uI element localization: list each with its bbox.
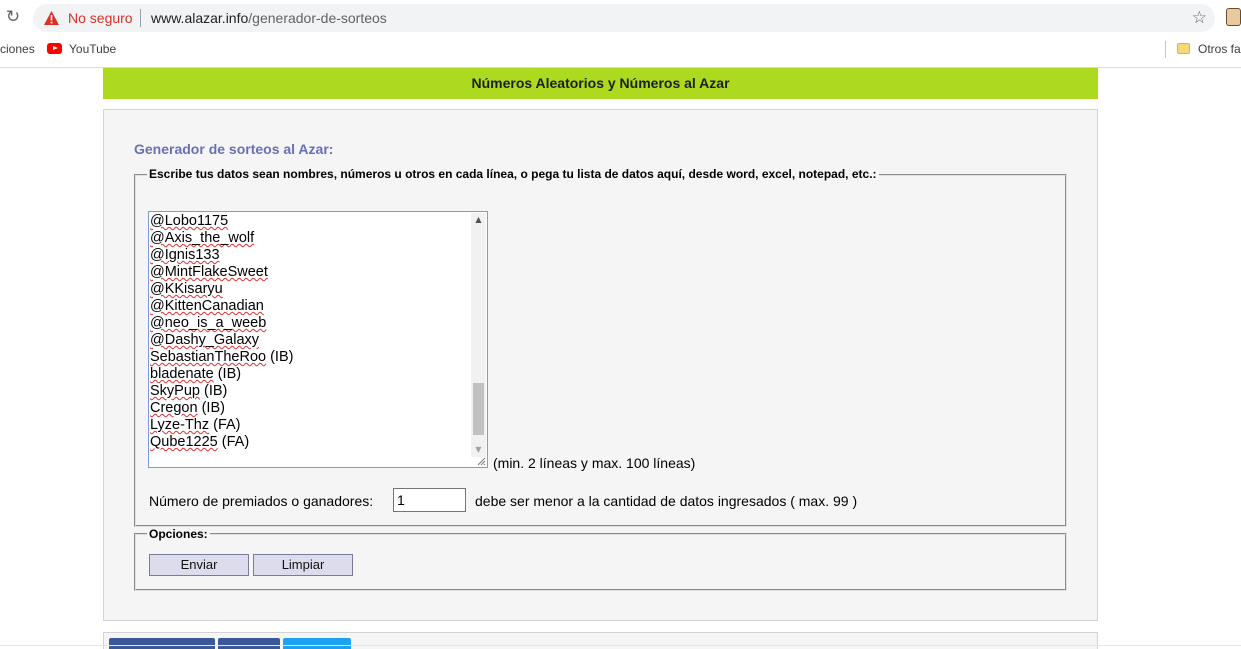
entry-name: Cregon — [150, 400, 198, 416]
winners-note: debe ser menor a la cantidad de datos in… — [475, 493, 858, 509]
textarea-content: @Lobo1175 @Axis_the_wolf @Ignis133 @MintFla… — [150, 213, 470, 451]
winners-label: Número de premiados o ganadores: — [149, 493, 374, 509]
url-text[interactable]: www.alazar.info/generador-de-sorteos — [151, 10, 387, 26]
bottom-divider — [0, 645, 1241, 646]
twitter-share-button[interactable] — [283, 638, 351, 649]
data-legend: Escribe tus datos sean nombres, números … — [147, 167, 879, 181]
textarea-line: @MintFlakeSweet — [150, 264, 470, 281]
options-legend: Opciones: — [147, 527, 210, 541]
entry-name: @MintFlakeSweet — [150, 264, 268, 280]
entry-name: SebastianTheRoo — [150, 349, 267, 365]
textarea-line: @Lobo1175 — [150, 213, 470, 230]
bookmark-applications[interactable]: ciones — [0, 42, 35, 56]
entry-name: Qube1225 — [150, 434, 218, 450]
textarea-line: Cregon (IB) — [150, 400, 470, 417]
textarea-line: @Dashy_Galaxy — [150, 332, 470, 349]
send-button[interactable]: Enviar — [149, 554, 249, 576]
address-bar[interactable]: No seguro www.alazar.info/generador-de-s… — [33, 4, 1215, 32]
security-label[interactable]: No seguro — [68, 10, 133, 26]
entry-name: @KittenCanadian — [150, 298, 264, 314]
entry-suffix: (IB) — [266, 349, 294, 365]
entry-name: @neo_is_a_weeb — [150, 315, 267, 331]
entry-suffix: (IB) — [199, 383, 228, 399]
bookmarks-bar: ciones YouTube Otros fa — [0, 36, 1241, 64]
bookmarks-divider — [1165, 41, 1166, 58]
site-banner: Números Aleatorios y Números al Azar — [103, 68, 1098, 99]
generator-title: Generador de sorteos al Azar: — [134, 141, 334, 157]
warning-icon — [44, 11, 59, 25]
profile-avatar-icon[interactable] — [1226, 8, 1241, 26]
textarea-line: @Ignis133 — [150, 247, 470, 264]
reload-icon[interactable]: ↻ — [4, 8, 22, 26]
winners-count-input[interactable] — [393, 488, 466, 512]
entry-name: @Lobo1175 — [150, 213, 229, 229]
bookmark-other-folder[interactable]: Otros fa — [1198, 42, 1241, 56]
entry-name: @Ignis133 — [150, 247, 220, 263]
textarea-line: @KittenCanadian — [150, 298, 470, 315]
address-row: ↻ No seguro www.alazar.info/generador-de… — [0, 0, 1241, 36]
data-textarea[interactable]: @Lobo1175 @Axis_the_wolf @Ignis133 @MintFla… — [148, 211, 488, 468]
bookmark-youtube[interactable]: YouTube — [69, 42, 116, 56]
entry-name: @Axis_the_wolf — [150, 230, 255, 246]
entry-name: @KKisaryu — [150, 281, 223, 297]
omnibox-divider — [140, 9, 141, 27]
facebook-share-button[interactable] — [109, 638, 215, 649]
scroll-down-arrow-icon[interactable]: ▼ — [471, 443, 486, 457]
scrollbar-thumb[interactable] — [473, 383, 484, 435]
folder-icon[interactable] — [1177, 43, 1190, 54]
entry-name: bladenate — [150, 366, 214, 382]
entry-name: @Dashy_Galaxy — [150, 332, 260, 348]
url-host: www.alazar.info — [151, 10, 249, 26]
entry-name: Lyze-Thz — [150, 417, 210, 433]
entry-suffix: (IB) — [197, 400, 225, 416]
entry-suffix: (FA) — [217, 434, 250, 450]
entry-suffix: (IB) — [213, 366, 242, 382]
textarea-line: @KKisaryu — [150, 281, 470, 298]
entry-suffix: (FA) — [209, 417, 241, 433]
browser-chrome: ↻ No seguro www.alazar.info/generador-de… — [0, 0, 1241, 68]
textarea-line: SkyPup (IB) — [150, 383, 470, 400]
textarea-scrollbar[interactable]: ▲ ▼ — [471, 213, 486, 457]
facebook-like-button[interactable] — [218, 638, 280, 649]
lines-hint: (min. 2 líneas y max. 100 líneas) — [493, 455, 696, 471]
url-path: /generador-de-sorteos — [248, 10, 387, 26]
textarea-line: SebastianTheRoo (IB) — [150, 349, 470, 366]
textarea-line: Lyze-Thz (FA) — [150, 417, 470, 434]
textarea-line: bladenate (IB) — [150, 366, 470, 383]
textarea-line: @neo_is_a_weeb — [150, 315, 470, 332]
clear-button[interactable]: Limpiar — [253, 554, 353, 576]
textarea-line: Qube1225 (FA) — [150, 434, 470, 451]
bookmark-star-icon[interactable]: ☆ — [1192, 8, 1207, 28]
youtube-icon[interactable] — [47, 43, 62, 54]
scroll-up-arrow-icon[interactable]: ▲ — [471, 213, 486, 227]
entry-name: SkyPup — [150, 383, 200, 399]
textarea-line: @Axis_the_wolf — [150, 230, 470, 247]
resize-grip-icon[interactable] — [476, 456, 486, 466]
